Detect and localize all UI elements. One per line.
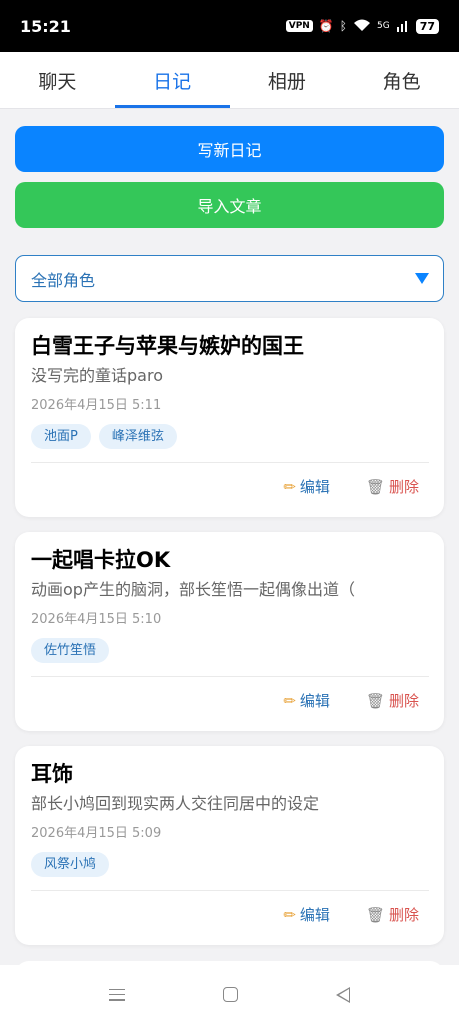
alarm-icon: ⏰ (318, 19, 334, 33)
diary-title: 耳饰 (31, 762, 73, 786)
menu-icon[interactable] (109, 988, 125, 1001)
role-tag[interactable]: 风祭小鸠 (31, 852, 110, 877)
card-actions: ✏ 编辑 🗑 删除 (283, 690, 419, 711)
role-tag[interactable]: 池面P (31, 424, 91, 449)
diary-title: 白雪王子与苹果与嫉妒的国王 (31, 334, 304, 358)
delete-button[interactable]: 🗑 删除 (366, 476, 419, 497)
pencil-icon: ✏ (283, 477, 296, 496)
home-icon[interactable] (223, 987, 238, 1002)
diary-description: 没写完的童话paro (31, 366, 163, 385)
diary-date: 2026年4月15日 5:09 (31, 826, 162, 841)
diary-description: 部长小鸠回到现实两人交往同居中的设定 (31, 794, 320, 813)
edit-button[interactable]: ✏ 编辑 (283, 476, 330, 497)
tab-chat[interactable]: 聊天 (0, 52, 115, 108)
delete-label: 删除 (388, 478, 419, 496)
status-bar: 15:21 VPN ⏰ ᛒ 5G 77 (0, 0, 459, 52)
status-icons: VPN ⏰ ᛒ 5G 77 (285, 18, 439, 35)
edit-button[interactable]: ✏ 编辑 (283, 690, 330, 711)
trash-icon: 🗑 (365, 477, 385, 496)
chevron-down-icon (415, 273, 429, 284)
diary-list-area: 写新日记 导入文章 全部角色 白雪王子与苹果与嫉妒的国王 没写完的童话paro … (0, 110, 459, 965)
import-article-button[interactable]: 导入文章 (15, 182, 444, 228)
diary-tags: 风祭小鸠 (31, 852, 429, 877)
diary-card[interactable]: 白雪王子与苹果与嫉妒的国王 没写完的童话paro 2026年4月15日 5:11… (15, 318, 444, 517)
divider (31, 890, 429, 891)
diary-card[interactable]: 一起唱卡拉OK 动画op产生的脑洞，部长笙悟一起偶像出道（ 2026年4月15日… (15, 532, 444, 731)
battery-icon: 77 (415, 18, 439, 34)
diary-title: 一起唱卡拉OK (31, 548, 171, 572)
delete-button[interactable]: 🗑 删除 (366, 690, 419, 711)
pencil-icon: ✏ (283, 905, 296, 924)
delete-label: 删除 (388, 692, 419, 710)
tab-roles[interactable]: 角色 (344, 52, 459, 108)
card-actions: ✏ 编辑 🗑 删除 (283, 476, 419, 497)
role-filter-value: 全部角色 (31, 270, 96, 290)
divider (31, 676, 429, 677)
edit-label: 编辑 (299, 692, 330, 710)
diary-tags: 佐竹笙悟 (31, 638, 429, 663)
edit-button[interactable]: ✏ 编辑 (283, 904, 330, 925)
status-time: 15:21 (20, 16, 71, 36)
back-icon[interactable] (336, 986, 350, 1003)
system-nav-bar (0, 965, 459, 1024)
trash-icon: 🗑 (365, 905, 385, 924)
edit-label: 编辑 (299, 478, 330, 496)
diary-tags: 池面P 峰泽维弦 (31, 424, 429, 449)
diary-description: 动画op产生的脑洞，部长笙悟一起偶像出道（ (31, 580, 355, 599)
new-diary-button[interactable]: 写新日记 (15, 126, 444, 172)
vpn-icon: VPN (285, 20, 313, 32)
role-filter-select[interactable]: 全部角色 (15, 255, 444, 302)
bluetooth-icon: ᛒ (339, 19, 347, 33)
trash-icon: 🗑 (365, 691, 385, 710)
tab-diary[interactable]: 日记 (114, 52, 230, 108)
role-tag[interactable]: 佐竹笙悟 (31, 638, 110, 663)
network-label: 5G (376, 21, 390, 31)
wifi-icon (353, 18, 371, 35)
divider (31, 462, 429, 463)
diary-date: 2026年4月15日 5:10 (31, 612, 162, 627)
diary-card[interactable]: 耳饰 部长小鸠回到现实两人交往同居中的设定 2026年4月15日 5:09 风祭… (15, 746, 444, 945)
role-tag[interactable]: 峰泽维弦 (98, 424, 177, 449)
diary-date: 2026年4月15日 5:11 (31, 398, 162, 413)
edit-label: 编辑 (299, 906, 330, 924)
delete-button[interactable]: 🗑 删除 (366, 904, 419, 925)
delete-label: 删除 (388, 906, 419, 924)
signal-icon (396, 18, 410, 35)
tab-album[interactable]: 相册 (230, 52, 345, 108)
tab-bar: 聊天 日记 相册 角色 (0, 52, 459, 109)
card-actions: ✏ 编辑 🗑 删除 (283, 904, 419, 925)
pencil-icon: ✏ (283, 691, 296, 710)
